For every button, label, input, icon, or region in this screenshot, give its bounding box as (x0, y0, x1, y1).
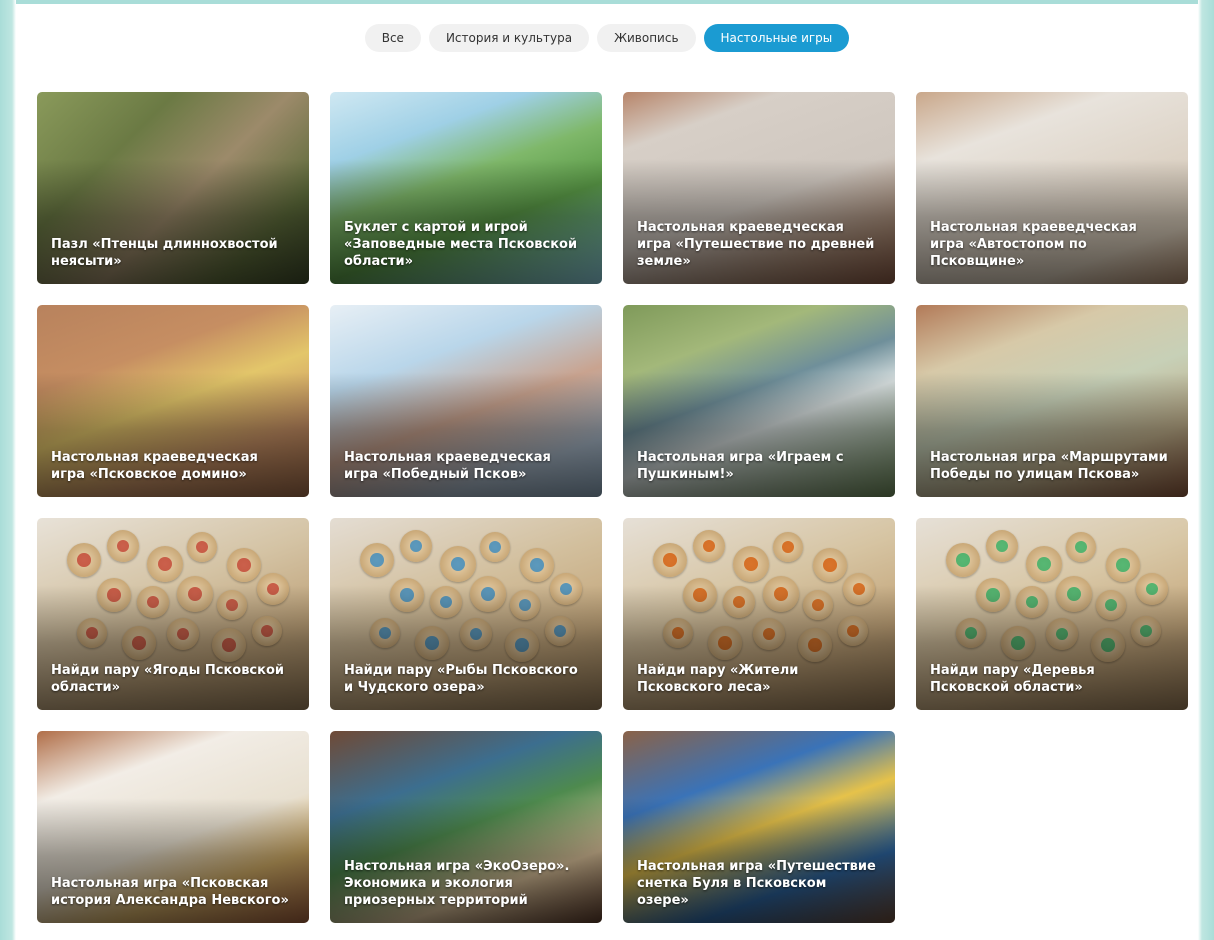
card-title: Найди пару «Деревья Псковской области» (930, 663, 1095, 695)
card-title: Настольная игра «Псковская история Алекс… (51, 876, 289, 908)
card-title: Настольная краеведческая игра «Путешеств… (637, 220, 875, 269)
product-card[interactable]: Настольная краеведческая игра «Победный … (330, 305, 602, 497)
card-title: Настольная краеведческая игра «Автостопо… (930, 220, 1137, 269)
product-card[interactable]: Настольная игра «ЭкоОзеро». Экономика и … (330, 731, 602, 923)
product-card[interactable]: Буклет с картой и игрой «Заповедные мест… (330, 92, 602, 284)
main-panel: Все История и культура Живопись Настольн… (16, 0, 1198, 940)
product-card[interactable]: Найди пару «Жители Псковского леса» (623, 518, 895, 710)
product-card[interactable]: Настольная краеведческая игра «Путешеств… (623, 92, 895, 284)
product-card[interactable]: Найди пару «Ягоды Псковской области» (37, 518, 309, 710)
card-title: Настольная игра «Путешествие снетка Буля… (637, 859, 876, 908)
product-card[interactable]: Настольная краеведческая игра «Псковское… (37, 305, 309, 497)
card-title: Настольная игра «ЭкоОзеро». Экономика и … (344, 859, 570, 908)
product-card[interactable]: Найди пару «Рыбы Псковского и Чудского о… (330, 518, 602, 710)
product-card[interactable]: Настольная игра «Играем с Пушкиным!» (623, 305, 895, 497)
card-title: Настольная игра «Маршрутами Победы по ул… (930, 450, 1168, 482)
card-title: Настольная краеведческая игра «Победный … (344, 450, 551, 482)
card-title: Настольная краеведческая игра «Псковское… (51, 450, 258, 482)
card-title: Пазл «Птенцы длиннохвостой неясыти» (51, 237, 278, 269)
product-card[interactable]: Настольная игра «Путешествие снетка Буля… (623, 731, 895, 923)
product-card[interactable]: Пазл «Птенцы длиннохвостой неясыти» (37, 92, 309, 284)
product-grid: Пазл «Птенцы длиннохвостой неясыти» Букл… (37, 92, 1188, 923)
card-title: Найди пару «Рыбы Псковского и Чудского о… (344, 663, 578, 695)
card-title: Найди пару «Жители Псковского леса» (637, 663, 799, 695)
tab-history-culture[interactable]: История и культура (428, 24, 590, 52)
product-card[interactable]: Найди пару «Деревья Псковской области» (916, 518, 1188, 710)
product-card[interactable]: Настольная игра «Псковская история Алекс… (37, 731, 309, 923)
tab-board-games[interactable]: Настольные игры (703, 24, 850, 52)
tab-painting[interactable]: Живопись (597, 24, 696, 52)
product-card[interactable]: Настольная краеведческая игра «Автостопо… (916, 92, 1188, 284)
card-title: Буклет с картой и игрой «Заповедные мест… (344, 220, 578, 269)
product-card[interactable]: Настольная игра «Маршрутами Победы по ул… (916, 305, 1188, 497)
tab-all[interactable]: Все (364, 24, 421, 52)
card-title: Найди пару «Ягоды Псковской области» (51, 663, 285, 695)
category-tabs: Все История и культура Живопись Настольн… (16, 24, 1198, 52)
card-title: Настольная игра «Играем с Пушкиным!» (637, 450, 844, 482)
